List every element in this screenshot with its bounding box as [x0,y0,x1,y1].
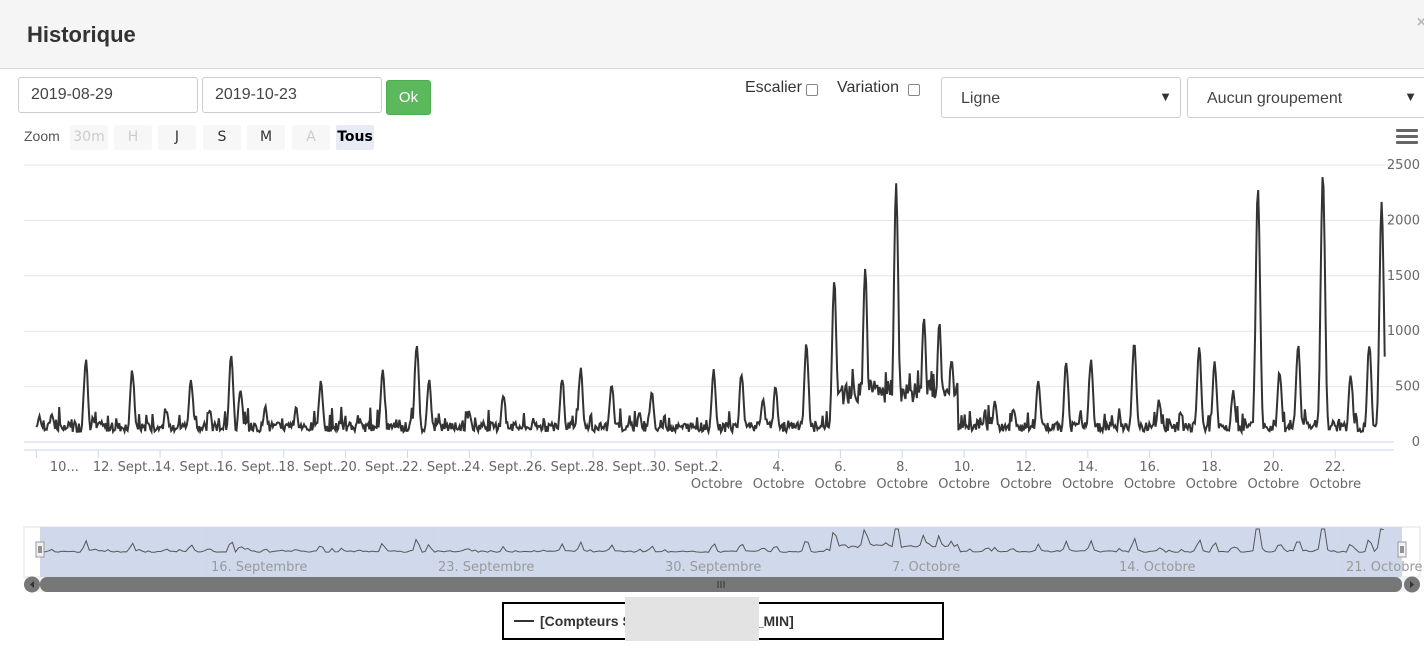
caret-down-icon: ▼ [1159,89,1172,104]
zoom-button-s[interactable]: S [203,125,241,150]
variation-label: Variation [837,79,899,96]
zoom-button-a[interactable]: A [292,125,330,150]
zoom-button-30m[interactable]: 30m [70,125,108,150]
x-tick-label: 12. Sept... [93,460,160,475]
x-tick-label: 6. [834,460,846,475]
y-tick-label: 0 [1412,435,1420,450]
x-tick-label: 2. [711,460,723,475]
x-tick-label-month: Octobre [1062,477,1114,492]
end-date-input[interactable] [202,77,382,113]
x-tick-label: 28. Sept... [588,460,655,475]
x-tick-label-month: Octobre [1124,477,1176,492]
navigator-handle[interactable] [1397,541,1407,558]
zoom-button-m[interactable]: M [247,125,285,150]
variation-checkbox[interactable] [908,84,920,96]
navigator-label: 30. Septembre [665,560,761,575]
close-icon[interactable]: × [1417,14,1424,32]
navigator-handle[interactable] [35,541,45,558]
x-tick-label: 16. [1139,460,1160,475]
zoom-button-h[interactable]: H [114,125,152,150]
legend-line-marker [514,620,534,622]
navigator-label: 7. Octobre [892,560,960,575]
modal-header: Historique × [0,0,1424,69]
x-tick-label-month: Octobre [1309,477,1361,492]
x-tick-label: 8. [896,460,908,475]
x-tick-label: 22. [1325,460,1346,475]
x-tick-label: 16. Sept... [217,460,284,475]
x-tick-label-month: Octobre [753,477,805,492]
navigator-label: 16. Septembre [211,560,307,575]
x-tick-label: 14. Sept... [155,460,222,475]
series-line [35,176,1386,436]
x-tick-label-month: Octobre [876,477,928,492]
escalier-label: Escalier [745,79,802,96]
x-tick-label: 26. Sept... [526,460,593,475]
redacted-block [625,597,759,641]
history-chart: 0500100015002000250010... 12. Sept...14. … [23,158,1423,593]
x-tick-label-month: Octobre [815,477,867,492]
start-date-input[interactable] [18,77,198,113]
y-tick-label: 2000 [1387,213,1420,228]
x-tick-label: 12. [1016,460,1037,475]
caret-down-icon: ▼ [1404,89,1417,104]
x-tick-label-month: Octobre [938,477,990,492]
zoom-label: Zoom [24,128,60,144]
x-tick-label-month: Octobre [1186,477,1238,492]
y-tick-label: 1500 [1387,269,1420,284]
chart-type-value: Ligne [961,90,1001,107]
chart-type-select[interactable]: Ligne ▼ [941,77,1181,118]
x-tick-label: 10... [50,460,79,475]
navigator-label: 21. Octobre [1346,560,1423,575]
x-tick-label: 18. [1201,460,1222,475]
x-tick-label-month: Octobre [1000,477,1052,492]
ok-button[interactable]: Ok [386,80,431,115]
navigator-label: 14. Octobre [1119,560,1196,575]
zoom-button-tous[interactable]: Tous [336,125,374,150]
escalier-checkbox[interactable] [806,84,818,96]
modal-title: Historique [27,22,136,47]
x-tick-label: 20. [1263,460,1284,475]
x-tick-label: 4. [772,460,784,475]
zoom-button-j[interactable]: J [158,125,196,150]
legend[interactable]: [Compteurs STAT_CONSO_MOY_MIN] [502,597,944,641]
hamburger-menu-icon[interactable] [1396,129,1418,145]
x-tick-label: 20. Sept... [340,460,407,475]
x-tick-label: 18. Sept... [278,460,345,475]
x-tick-label: 30. Sept... [649,460,716,475]
x-tick-label-month: Octobre [691,477,743,492]
y-tick-label: 2500 [1387,158,1420,173]
navigator-label: 23. Septembre [438,560,534,575]
y-tick-label: 1000 [1387,324,1420,339]
x-tick-label: 24. Sept... [464,460,531,475]
y-tick-label: 500 [1395,380,1420,395]
x-tick-label-month: Octobre [1248,477,1300,492]
x-tick-label: 10. [954,460,975,475]
grouping-value: Aucun groupement [1207,90,1343,107]
grouping-select[interactable]: Aucun groupement ▼ [1187,77,1424,118]
x-tick-label: 22. Sept... [402,460,469,475]
x-tick-label: 14. [1077,460,1098,475]
